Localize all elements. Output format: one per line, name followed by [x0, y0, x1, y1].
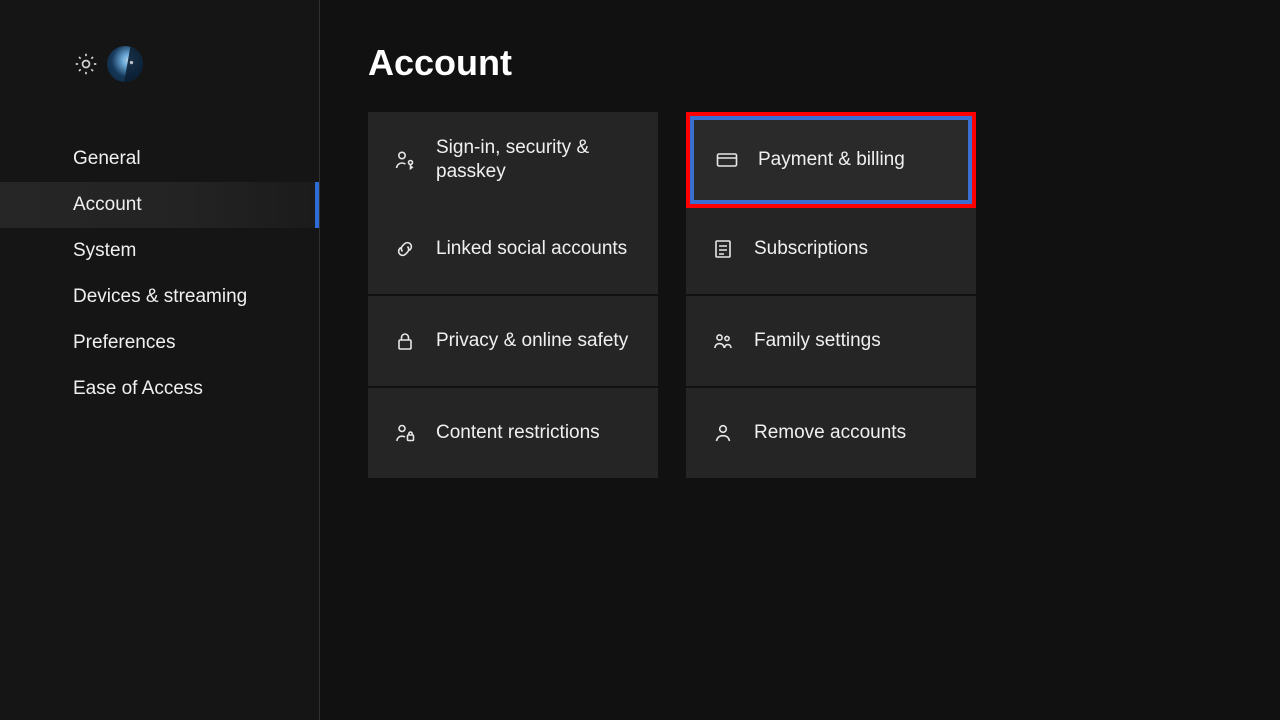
- settings-app: General Account System Devices & streami…: [0, 0, 1280, 720]
- sidebar-item-devices-streaming[interactable]: Devices & streaming: [0, 274, 319, 320]
- tile-label: Payment & billing: [758, 148, 905, 172]
- sidebar-item-label: Ease of Access: [73, 378, 203, 400]
- tile-remove-accounts[interactable]: Remove accounts: [686, 388, 976, 478]
- tile-content-restrictions[interactable]: Content restrictions: [368, 388, 658, 478]
- lock-icon: [392, 328, 418, 354]
- tile-label: Family settings: [754, 329, 881, 353]
- sidebar: General Account System Devices & streami…: [0, 0, 320, 720]
- gear-icon[interactable]: [73, 51, 99, 77]
- credit-card-icon: [714, 147, 740, 173]
- sidebar-item-ease-of-access[interactable]: Ease of Access: [0, 366, 319, 412]
- person-key-icon: [392, 147, 418, 173]
- people-icon: [710, 328, 736, 354]
- tile-signin-security-passkey[interactable]: Sign-in, security & passkey: [368, 112, 658, 208]
- sidebar-item-system[interactable]: System: [0, 228, 319, 274]
- tile-label: Subscriptions: [754, 237, 868, 261]
- person-lock-icon: [392, 420, 418, 446]
- tile-family-settings[interactable]: Family settings: [686, 296, 976, 386]
- sidebar-item-account[interactable]: Account: [0, 182, 319, 228]
- sidebar-item-label: General: [73, 148, 141, 170]
- main-content: Account Sign-in, security & passkey: [320, 0, 1280, 720]
- tile-label: Content restrictions: [436, 421, 600, 445]
- tile-label: Remove accounts: [754, 421, 906, 445]
- receipt-icon: [710, 236, 736, 262]
- page-title: Account: [368, 42, 1280, 84]
- account-tile-grid: Sign-in, security & passkey Payment & bi…: [368, 112, 1280, 478]
- avatar[interactable]: [107, 46, 143, 82]
- link-icon: [392, 236, 418, 262]
- sidebar-item-label: Devices & streaming: [73, 286, 247, 308]
- sidebar-item-label: Preferences: [73, 332, 175, 354]
- sidebar-item-preferences[interactable]: Preferences: [0, 320, 319, 366]
- tile-label: Sign-in, security & passkey: [436, 136, 638, 184]
- tile-privacy-online-safety[interactable]: Privacy & online safety: [368, 296, 658, 386]
- tile-label: Privacy & online safety: [436, 329, 628, 353]
- sidebar-item-label: System: [73, 240, 136, 262]
- sidebar-item-label: Account: [73, 194, 142, 216]
- sidebar-item-general[interactable]: General: [0, 136, 319, 182]
- tile-payment-billing[interactable]: Payment & billing: [690, 116, 972, 204]
- tile-payment-billing-highlight: Payment & billing: [686, 112, 976, 208]
- tile-subscriptions[interactable]: Subscriptions: [686, 204, 976, 294]
- tile-linked-social-accounts[interactable]: Linked social accounts: [368, 204, 658, 294]
- tile-label: Linked social accounts: [436, 237, 627, 261]
- person-icon: [710, 420, 736, 446]
- sidebar-header: [0, 46, 319, 136]
